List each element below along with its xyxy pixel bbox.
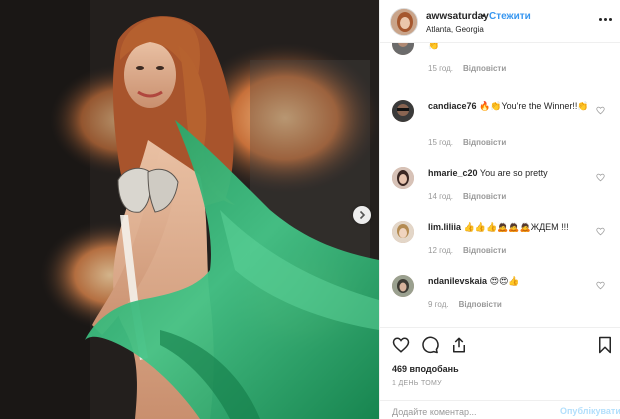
comments-list[interactable]: 👏 15 год. Відповісти candiace76 🔥👏You're … xyxy=(380,43,620,327)
avatar-image xyxy=(392,221,414,243)
comment-text: hmarie_c20 You are so pretty xyxy=(428,167,598,180)
avatar-image xyxy=(392,100,414,122)
chevron-right-icon xyxy=(359,210,366,220)
likes-count[interactable]: 469 вподобань xyxy=(392,364,459,374)
comment-icon[interactable] xyxy=(421,336,439,354)
comment-body: 🔥👏You're the Winner!!👏 xyxy=(479,101,589,111)
comment-text: ndanilevskaia 😍😍👍 xyxy=(428,275,598,288)
comment-username[interactable]: candiace76 xyxy=(428,101,477,111)
comment-text: lim.liliia 👍👍👍🙇🙇🙇ЖДЕМ !!! xyxy=(428,221,598,234)
commenter-avatar[interactable] xyxy=(392,43,414,55)
like-comment-heart-icon[interactable] xyxy=(596,106,605,115)
post-comment-button[interactable]: Опублікувати xyxy=(560,406,620,416)
avatar-image xyxy=(392,167,414,189)
comment-meta: 15 год. Відповісти xyxy=(428,138,506,147)
comment-body: 😍😍👍 xyxy=(489,276,520,286)
commenter-avatar[interactable] xyxy=(392,221,414,243)
avatar-image xyxy=(392,43,414,55)
author-avatar[interactable] xyxy=(390,8,418,36)
header-separator: • xyxy=(482,11,486,22)
post-header: awwsaturday • Стежити Atlanta, Georgia xyxy=(380,0,620,43)
next-photo-button[interactable] xyxy=(353,206,371,224)
comment-body: 👍👍👍🙇🙇🙇ЖДЕМ !!! xyxy=(463,222,569,232)
post-timestamp[interactable]: 1 ДЕНЬ ТОМУ xyxy=(392,380,442,387)
comment-username[interactable]: lim.liliia xyxy=(428,222,461,232)
comment-username[interactable]: ndanilevskaia xyxy=(428,276,487,286)
post-location[interactable]: Atlanta, Georgia xyxy=(426,25,484,34)
heart-icon[interactable] xyxy=(392,336,410,354)
author-username[interactable]: awwsaturday xyxy=(426,11,489,22)
commenter-avatar[interactable] xyxy=(392,275,414,297)
follow-button[interactable]: Стежити xyxy=(489,11,531,22)
post-photo[interactable] xyxy=(0,0,379,419)
reply-button[interactable]: Відповісти xyxy=(459,300,502,309)
comment-meta: 12 год. Відповісти xyxy=(428,246,506,255)
comment-meta: 14 год. Відповісти xyxy=(428,192,506,201)
commenter-avatar[interactable] xyxy=(392,167,414,189)
post-side-panel: awwsaturday • Стежити Atlanta, Georgia 👏… xyxy=(379,0,620,419)
comment-time[interactable]: 14 год. xyxy=(428,192,453,201)
share-icon[interactable] xyxy=(450,336,468,354)
avatar-image xyxy=(392,275,414,297)
comment-text: candiace76 🔥👏You're the Winner!!👏 xyxy=(428,100,598,113)
avatar-image xyxy=(391,9,417,35)
bookmark-icon[interactable] xyxy=(596,336,614,354)
comment-text: 👏 xyxy=(428,43,598,52)
like-comment-heart-icon[interactable] xyxy=(596,173,605,182)
comment-meta: 15 год. Відповісти xyxy=(428,64,506,73)
comment-body: 👏 xyxy=(428,43,440,50)
comment-time[interactable]: 12 год. xyxy=(428,246,453,255)
commenter-avatar[interactable] xyxy=(392,100,414,122)
reply-button[interactable]: Відповісти xyxy=(463,64,506,73)
reply-button[interactable]: Відповісти xyxy=(463,192,506,201)
add-comment-bar: Опублікувати xyxy=(380,400,620,419)
like-comment-heart-icon[interactable] xyxy=(596,281,605,290)
reply-button[interactable]: Відповісти xyxy=(463,246,506,255)
reply-button[interactable]: Відповісти xyxy=(463,138,506,147)
comment-meta: 9 год. Відповісти xyxy=(428,300,502,309)
comment-time[interactable]: 15 год. xyxy=(428,64,453,73)
more-options-icon[interactable] xyxy=(599,14,613,24)
comment-time[interactable]: 15 год. xyxy=(428,138,453,147)
comment-body: You are so pretty xyxy=(479,168,548,178)
comment-username[interactable]: hmarie_c20 xyxy=(428,168,478,178)
like-comment-heart-icon[interactable] xyxy=(596,227,605,236)
photo-illustration xyxy=(0,0,379,419)
comment-time[interactable]: 9 год. xyxy=(428,300,449,309)
post-actions: 469 вподобань 1 ДЕНЬ ТОМУ Опублікувати xyxy=(380,327,620,419)
comment-input[interactable] xyxy=(392,405,542,419)
